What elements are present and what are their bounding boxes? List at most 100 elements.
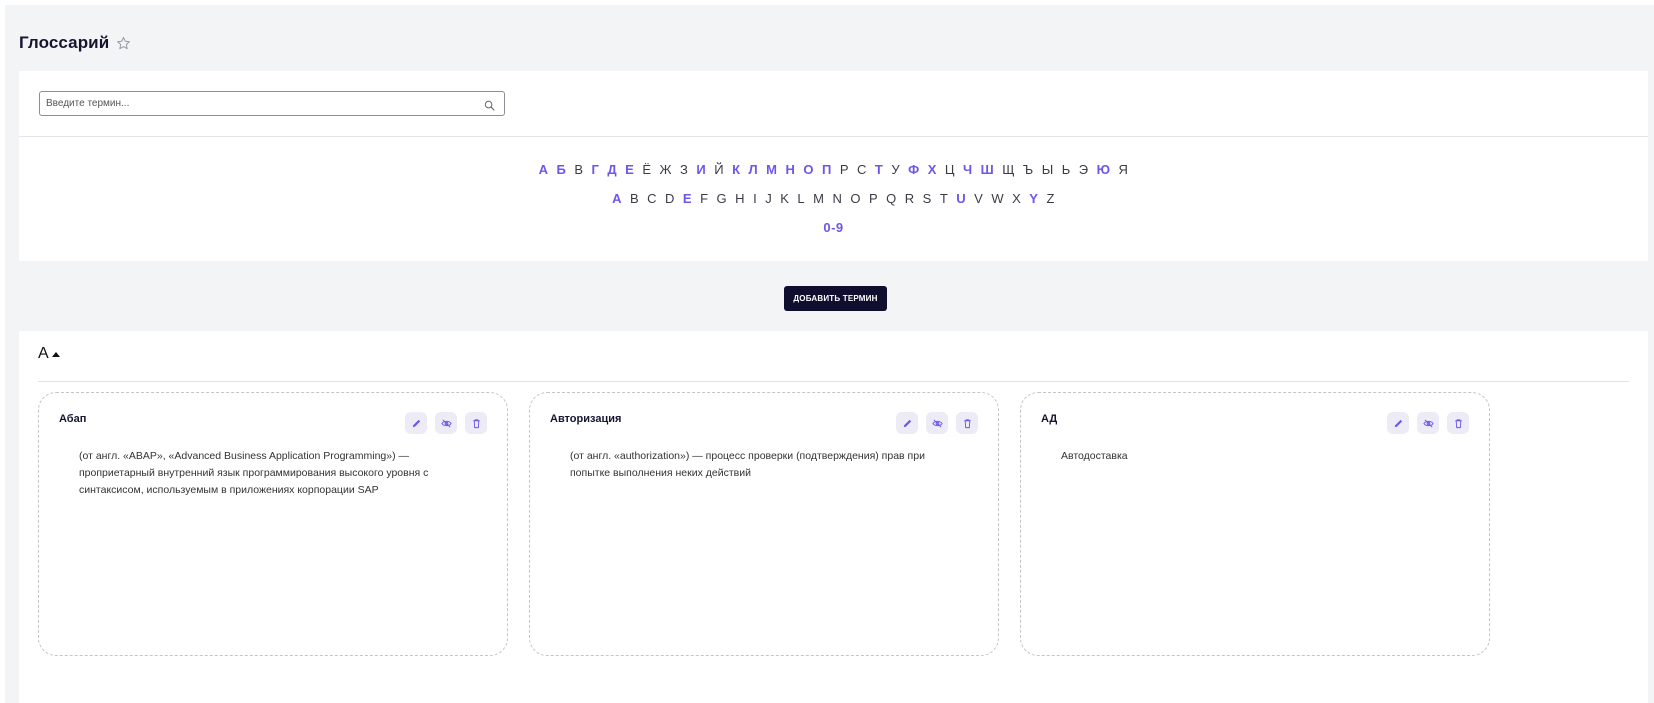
letter-filter[interactable]: Y [1029, 191, 1038, 206]
letter-filter[interactable]: Ъ [1023, 162, 1034, 177]
letter-filter[interactable]: B [630, 191, 639, 206]
digits-filter: 0-9 [19, 220, 1648, 235]
letter-filter[interactable]: Ё [642, 162, 651, 177]
glossary-page: Глоссарий АБВГДЕЁЖЗИЙКЛМНОПРСТУФХЦЧШЩЪЫЬ… [5, 5, 1654, 703]
letter-filter[interactable]: К [732, 162, 740, 177]
pencil-icon [903, 419, 911, 427]
letter-filter[interactable]: X [1012, 191, 1021, 206]
letter-filter[interactable]: Ы [1042, 162, 1054, 177]
letter-filter[interactable]: P [869, 191, 878, 206]
title-row: Глоссарий [19, 27, 131, 59]
hide-term-button[interactable] [926, 412, 948, 434]
add-term-button[interactable]: ДОБАВИТЬ ТЕРМИН [784, 286, 887, 311]
letter-filter[interactable]: Н [785, 162, 795, 177]
letter-filter[interactable]: Ю [1097, 162, 1111, 177]
letter-filter[interactable]: Q [886, 191, 897, 206]
latin-alphabet-filter: ABCDEFGHIJKLMNOPQRSTUVWXYZ [19, 191, 1648, 206]
letter-filter[interactable]: Б [556, 162, 566, 177]
search-panel: АБВГДЕЁЖЗИЙКЛМНОПРСТУФХЦЧШЩЪЫЬЭЮЯ ABCDEF… [19, 71, 1648, 261]
letter-filter[interactable]: Ч [963, 162, 973, 177]
letter-filter[interactable]: Ф [908, 162, 920, 177]
letter-filter[interactable]: D [665, 191, 675, 206]
letter-filter[interactable]: Л [749, 162, 759, 177]
letter-filter[interactable]: Я [1119, 162, 1129, 177]
search-box [39, 91, 505, 116]
letter-filter[interactable]: O [850, 191, 861, 206]
letter-filter[interactable]: J [765, 191, 772, 206]
letter-filter[interactable]: З [680, 162, 688, 177]
letter-filter[interactable]: M [813, 191, 824, 206]
letter-filter[interactable]: Т [875, 162, 883, 177]
edit-term-button[interactable] [896, 412, 918, 434]
trash-icon [963, 418, 971, 428]
letter-filter[interactable]: K [780, 191, 789, 206]
letter-filter[interactable]: Ц [945, 162, 955, 177]
delete-term-button[interactable] [1447, 412, 1469, 434]
pencil-icon [1394, 419, 1402, 427]
letter-filter[interactable]: Щ [1002, 162, 1015, 177]
trash-icon [1454, 418, 1462, 428]
letter-filter[interactable]: L [797, 191, 805, 206]
edit-term-button[interactable] [405, 412, 427, 434]
eye-off-icon [440, 419, 452, 427]
letter-filter[interactable]: V [974, 191, 983, 206]
terms-panel: А Абап (от англ. «ABAP», «Advanced Busin… [19, 331, 1648, 703]
letter-filter[interactable]: R [905, 191, 915, 206]
letter-filter[interactable]: С [857, 162, 867, 177]
term-card: Абап (от англ. «ABAP», «Advanced Busines… [38, 392, 508, 656]
letter-filter[interactable]: И [696, 162, 706, 177]
letter-filter[interactable]: П [822, 162, 832, 177]
star-icon[interactable] [116, 36, 131, 51]
section-divider [38, 381, 1629, 382]
letter-filter[interactable]: В [574, 162, 583, 177]
letter-filter[interactable]: N [832, 191, 842, 206]
letter-filter[interactable]: W [991, 191, 1004, 206]
letter-filter[interactable]: Ж [660, 162, 673, 177]
term-card: АД Автодоставка [1020, 392, 1490, 656]
letter-filter[interactable]: I [753, 191, 757, 206]
edit-term-button[interactable] [1387, 412, 1409, 434]
letter-filter[interactable]: Р [840, 162, 849, 177]
letter-filter[interactable]: E [683, 191, 692, 206]
section-letter: А [38, 345, 49, 362]
letter-filter[interactable]: 0-9 [823, 220, 843, 235]
term-title: Авторизация [550, 413, 622, 425]
letter-filter[interactable]: У [891, 162, 900, 177]
eye-off-icon [1422, 419, 1434, 427]
letter-filter[interactable]: М [766, 162, 777, 177]
hide-term-button[interactable] [435, 412, 457, 434]
letter-filter[interactable]: Z [1046, 191, 1054, 206]
delete-term-button[interactable] [956, 412, 978, 434]
delete-term-button[interactable] [465, 412, 487, 434]
letter-filter[interactable]: C [647, 191, 657, 206]
term-description: (от англ. «authorization») — процесс про… [570, 450, 925, 479]
term-actions [1379, 412, 1469, 434]
letter-filter[interactable]: A [612, 191, 622, 206]
letter-filter[interactable]: Э [1079, 162, 1089, 177]
letter-filter[interactable]: G [717, 191, 728, 206]
term-description: Автодоставка [1061, 450, 1128, 462]
letter-filter[interactable]: Ь [1062, 162, 1071, 177]
search-input[interactable] [46, 92, 476, 115]
term-title: АД [1041, 413, 1058, 425]
letter-filter[interactable]: H [735, 191, 745, 206]
letter-filter[interactable]: F [700, 191, 708, 206]
letter-filter[interactable]: О [803, 162, 814, 177]
search-icon[interactable] [484, 98, 495, 111]
russian-alphabet-filter: АБВГДЕЁЖЗИЙКЛМНОПРСТУФХЦЧШЩЪЫЬЭЮЯ [19, 162, 1648, 177]
letter-filter[interactable]: S [923, 191, 932, 206]
letter-filter[interactable]: Й [714, 162, 724, 177]
letter-filter[interactable]: А [539, 162, 549, 177]
page-title: Глоссарий [19, 33, 110, 52]
letter-filter[interactable]: T [940, 191, 948, 206]
section-toggle[interactable]: А [38, 345, 60, 363]
letter-filter[interactable]: Ш [981, 162, 995, 177]
letter-filter[interactable]: Д [607, 162, 617, 177]
letter-filter[interactable]: Е [625, 162, 634, 177]
hide-term-button[interactable] [1417, 412, 1439, 434]
letter-filter[interactable]: Г [592, 162, 600, 177]
caret-up-icon [51, 351, 60, 357]
eye-off-icon [931, 419, 943, 427]
letter-filter[interactable]: U [956, 191, 966, 206]
letter-filter[interactable]: Х [928, 162, 937, 177]
